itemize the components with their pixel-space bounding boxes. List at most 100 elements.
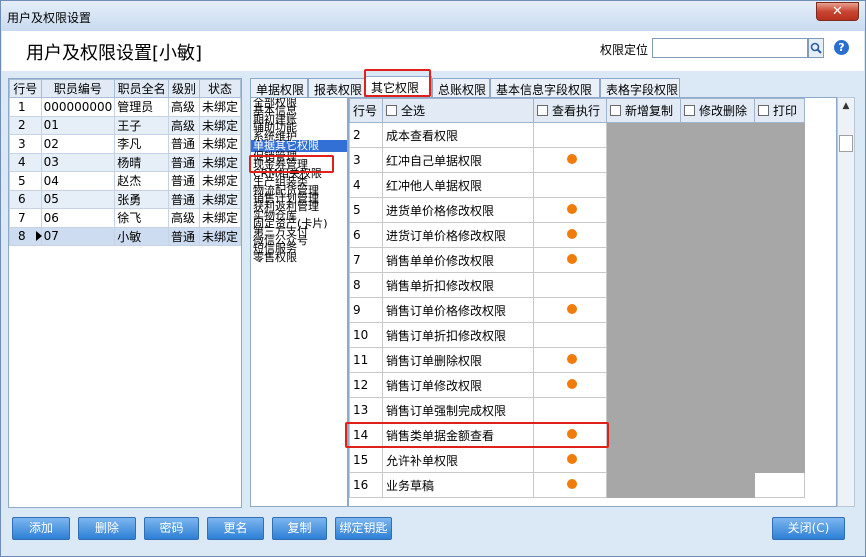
bind-key-button[interactable]: 绑定钥匙: [335, 517, 392, 540]
permission-row[interactable]: 8 销售单折扣修改权限: [349, 272, 805, 298]
col-select-all[interactable]: 全选: [382, 98, 534, 123]
permission-row[interactable]: 3 红冲自己单据权限: [349, 147, 805, 173]
select-all-label: 全选: [401, 104, 426, 118]
add-checkbox[interactable]: [610, 105, 621, 116]
view-cell[interactable]: [533, 147, 607, 173]
permission-row[interactable]: 11 销售订单删除权限: [349, 347, 805, 373]
staff-row[interactable]: 5 04 赵杰 普通 未绑定: [9, 171, 242, 191]
add-cell: [606, 122, 681, 148]
grid-scrollbar[interactable]: ▲: [837, 97, 855, 507]
view-cell[interactable]: [533, 397, 607, 423]
rename-button[interactable]: 更名: [207, 517, 264, 540]
print-cell: [754, 272, 805, 298]
view-cell[interactable]: [533, 272, 607, 298]
permission-row[interactable]: 6 进货订单价格修改权限: [349, 222, 805, 248]
row-pointer-icon: [36, 230, 42, 241]
edit-label: 修改删除: [699, 104, 748, 118]
granted-dot-icon: [566, 254, 577, 264]
staff-cell: 高级: [167, 208, 200, 228]
help-icon[interactable]: ?: [834, 40, 849, 55]
view-cell[interactable]: [533, 222, 607, 248]
view-cell[interactable]: [533, 247, 607, 273]
view-cell[interactable]: [533, 472, 607, 498]
staff-row[interactable]: 6 05 张勇 普通 未绑定: [9, 189, 242, 209]
staff-col-header[interactable]: 职员全名: [114, 79, 169, 98]
add-cell: [606, 197, 681, 223]
scroll-up-icon[interactable]: ▲: [838, 98, 854, 115]
window-close-button[interactable]: ✕: [816, 2, 859, 21]
view-cell[interactable]: [533, 122, 607, 148]
print-cell: [754, 472, 805, 498]
search-icon: [810, 42, 822, 54]
tab-5[interactable]: 表格字段权限: [600, 78, 680, 97]
permission-row[interactable]: 4 红冲他人单据权限: [349, 172, 805, 198]
category-item[interactable]: 零售权限: [251, 251, 347, 263]
view-cell[interactable]: [533, 197, 607, 223]
col-add[interactable]: 新增复制: [606, 98, 681, 123]
col-print[interactable]: 打印: [754, 98, 805, 123]
staff-cell: 8: [9, 226, 42, 246]
staff-row[interactable]: 7 06 徐飞 高级 未绑定: [9, 208, 242, 228]
tab-0[interactable]: 单据权限: [250, 78, 308, 97]
staff-row[interactable]: 8 07 小敏 普通 未绑定: [9, 226, 242, 246]
permission-row[interactable]: 13 销售订单强制完成权限: [349, 397, 805, 423]
staff-col-header[interactable]: 状态: [198, 79, 242, 98]
print-cell: [754, 397, 805, 423]
print-cell: [754, 422, 805, 448]
edit-cell: [680, 197, 755, 223]
view-cell[interactable]: [533, 447, 607, 473]
permission-row[interactable]: 12 销售订单修改权限: [349, 372, 805, 398]
close-button[interactable]: 关闭(C): [772, 517, 845, 540]
permission-row[interactable]: 16 业务草稿: [349, 472, 805, 498]
add-label: 新增复制: [625, 104, 674, 118]
col-edit[interactable]: 修改删除: [680, 98, 755, 123]
staff-row[interactable]: 3 02 李凡 普通 未绑定: [9, 134, 242, 154]
print-cell: [754, 347, 805, 373]
permission-row[interactable]: 15 允许补单权限: [349, 447, 805, 473]
permission-row[interactable]: 2 成本查看权限: [349, 122, 805, 148]
password-button[interactable]: 密码: [144, 517, 199, 540]
view-checkbox[interactable]: [537, 105, 548, 116]
tab-1[interactable]: 报表权限: [308, 78, 365, 97]
view-cell[interactable]: [533, 372, 607, 398]
edit-checkbox[interactable]: [684, 105, 695, 116]
tab-3[interactable]: 总账权限: [432, 78, 490, 97]
tab-4[interactable]: 基本信息字段权限: [490, 78, 600, 97]
view-cell[interactable]: [533, 297, 607, 323]
permission-row[interactable]: 5 进货单价格修改权限: [349, 197, 805, 223]
permission-locate-input[interactable]: [652, 38, 808, 58]
edit-cell: [680, 222, 755, 248]
print-cell: [754, 322, 805, 348]
col-rownum: 行号: [349, 98, 383, 123]
staff-col-header[interactable]: 级别: [167, 79, 200, 98]
add-cell: [606, 347, 681, 373]
permission-row[interactable]: 7 销售单单价修改权限: [349, 247, 805, 273]
view-cell[interactable]: [533, 347, 607, 373]
copy-button[interactable]: 复制: [272, 517, 327, 540]
staff-cell: 06: [40, 208, 116, 228]
permission-name: 进货单价格修改权限: [382, 197, 534, 223]
view-cell[interactable]: [533, 172, 607, 198]
edit-cell: [680, 347, 755, 373]
staff-row[interactable]: 4 03 杨晴 普通 未绑定: [9, 152, 242, 172]
staff-col-header[interactable]: 职员编号: [40, 79, 116, 98]
view-cell[interactable]: [533, 322, 607, 348]
col-view[interactable]: 查看执行: [533, 98, 607, 123]
add-button[interactable]: 添加: [12, 517, 70, 540]
scroll-thumb[interactable]: [839, 135, 853, 152]
staff-col-header[interactable]: 行号: [9, 79, 42, 98]
permission-row[interactable]: 9 销售订单价格修改权限: [349, 297, 805, 323]
row-number: 12: [349, 372, 383, 398]
permission-row[interactable]: 10 销售订单折扣修改权限: [349, 322, 805, 348]
staff-cell: 未绑定: [198, 97, 242, 117]
add-cell: [606, 397, 681, 423]
staff-row[interactable]: 2 01 王子 高级 未绑定: [9, 115, 242, 135]
print-cell: [754, 247, 805, 273]
delete-button[interactable]: 删除: [78, 517, 136, 540]
select-all-checkbox[interactable]: [386, 105, 397, 116]
staff-row[interactable]: 1 000000000 管理员 高级 未绑定: [9, 97, 242, 117]
permission-name: 红冲他人单据权限: [382, 172, 534, 198]
edit-cell: [680, 397, 755, 423]
locate-search-button[interactable]: [808, 38, 824, 58]
print-checkbox[interactable]: [758, 105, 769, 116]
